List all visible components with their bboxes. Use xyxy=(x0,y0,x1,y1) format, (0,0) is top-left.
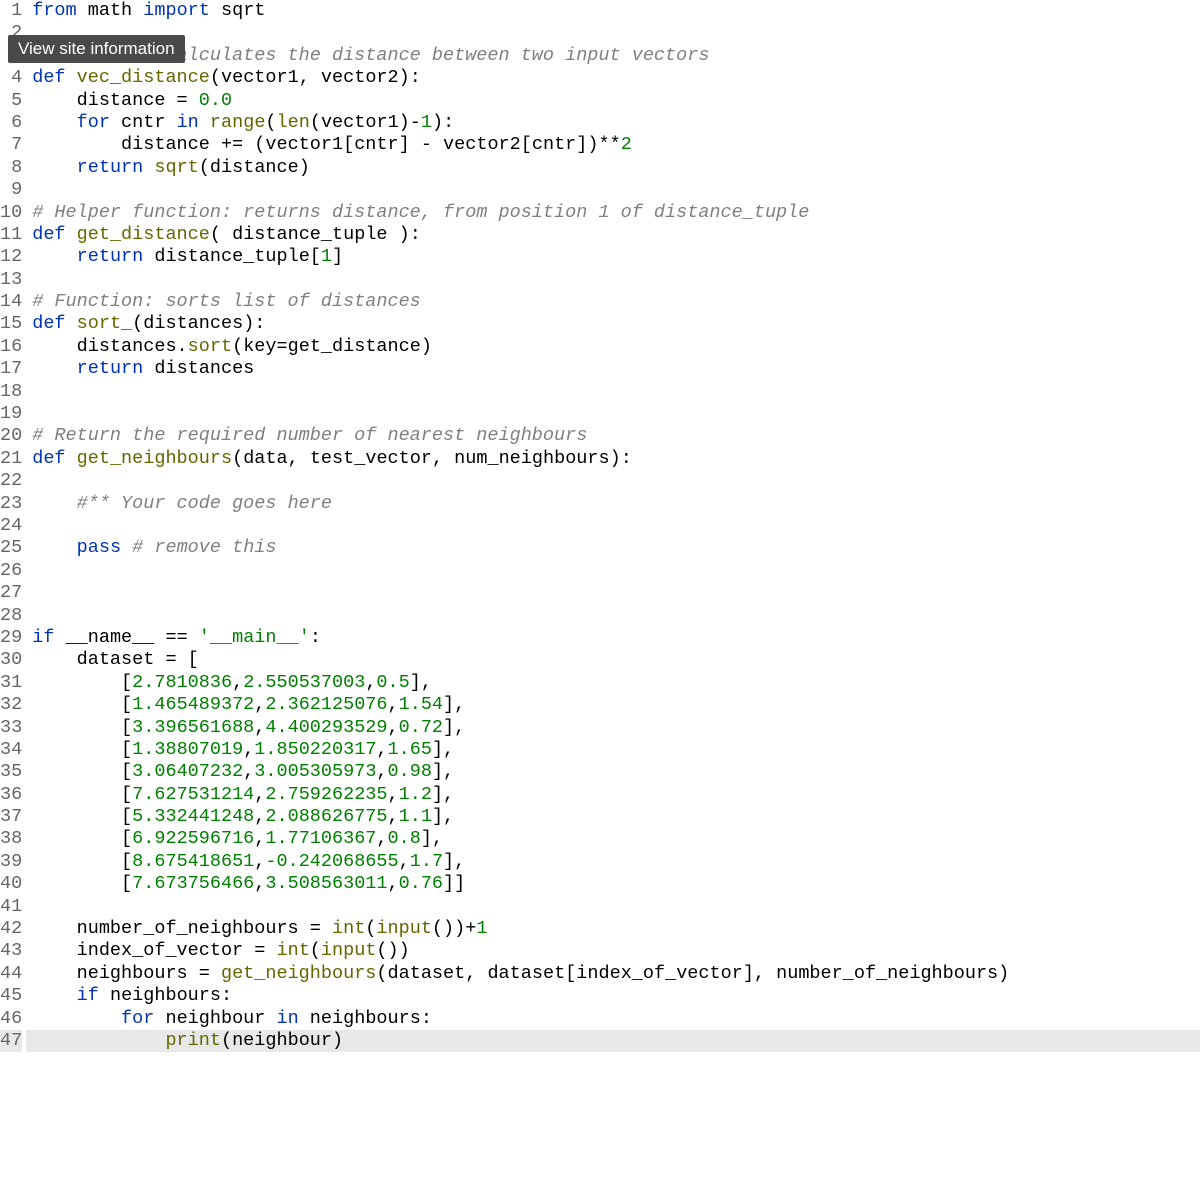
code-line[interactable]: def get_distance( distance_tuple ): xyxy=(26,224,1200,246)
code-line[interactable]: if __name__ == '__main__': xyxy=(26,627,1200,649)
code-line[interactable]: [3.06407232,3.005305973,0.98], xyxy=(26,761,1200,783)
line-number: 27 xyxy=(0,582,22,604)
code-line[interactable] xyxy=(26,269,1200,291)
code-line[interactable] xyxy=(26,560,1200,582)
line-number: 13 xyxy=(0,269,22,291)
line-number: 31 xyxy=(0,672,22,694)
line-number: 43 xyxy=(0,940,22,962)
code-line[interactable]: from math import sqrt xyxy=(26,0,1200,22)
line-number: 10 xyxy=(0,202,22,224)
code-line[interactable]: def vec_distance(vector1, vector2): xyxy=(26,67,1200,89)
code-line[interactable] xyxy=(26,515,1200,537)
code-line[interactable]: return distances xyxy=(26,358,1200,380)
line-number: 26 xyxy=(0,560,22,582)
code-line[interactable]: if neighbours: xyxy=(26,985,1200,1007)
line-number: 30 xyxy=(0,649,22,671)
line-number: 15 xyxy=(0,313,22,335)
line-number: 19 xyxy=(0,403,22,425)
code-area[interactable]: from math import sqrt # Function: calcul… xyxy=(26,0,1200,1052)
line-number: 11 xyxy=(0,224,22,246)
line-number: 14 xyxy=(0,291,22,313)
code-line[interactable] xyxy=(26,470,1200,492)
line-number-gutter: 1234567891011121314151617181920212223242… xyxy=(0,0,26,1052)
line-number: 23 xyxy=(0,493,22,515)
line-number: 20 xyxy=(0,425,22,447)
code-line[interactable]: return distance_tuple[1] xyxy=(26,246,1200,268)
line-number: 25 xyxy=(0,537,22,559)
line-number: 33 xyxy=(0,717,22,739)
code-line[interactable]: number_of_neighbours = int(input())+1 xyxy=(26,918,1200,940)
code-line[interactable]: pass # remove this xyxy=(26,537,1200,559)
line-number: 47 xyxy=(0,1030,22,1052)
code-line[interactable]: # Function: sorts list of distances xyxy=(26,291,1200,313)
line-number: 29 xyxy=(0,627,22,649)
code-line[interactable]: neighbours = get_neighbours(dataset, dat… xyxy=(26,963,1200,985)
code-line[interactable]: def get_neighbours(data, test_vector, nu… xyxy=(26,448,1200,470)
line-number: 32 xyxy=(0,694,22,716)
line-number: 42 xyxy=(0,918,22,940)
code-line[interactable]: distance += (vector1[cntr] - vector2[cnt… xyxy=(26,134,1200,156)
code-line[interactable]: [5.332441248,2.088626775,1.1], xyxy=(26,806,1200,828)
line-number: 9 xyxy=(0,179,22,201)
code-line[interactable]: [1.38807019,1.850220317,1.65], xyxy=(26,739,1200,761)
code-line[interactable]: [7.673756466,3.508563011,0.76]] xyxy=(26,873,1200,895)
line-number: 8 xyxy=(0,157,22,179)
line-number: 4 xyxy=(0,67,22,89)
line-number: 39 xyxy=(0,851,22,873)
line-number: 12 xyxy=(0,246,22,268)
code-line[interactable]: [8.675418651,-0.242068655,1.7], xyxy=(26,851,1200,873)
code-line[interactable]: [6.922596716,1.77106367,0.8], xyxy=(26,828,1200,850)
code-editor[interactable]: 1234567891011121314151617181920212223242… xyxy=(0,0,1200,1052)
line-number: 36 xyxy=(0,784,22,806)
line-number: 28 xyxy=(0,605,22,627)
line-number: 37 xyxy=(0,806,22,828)
code-line[interactable] xyxy=(26,381,1200,403)
code-line[interactable] xyxy=(26,605,1200,627)
line-number: 35 xyxy=(0,761,22,783)
code-line[interactable] xyxy=(26,403,1200,425)
line-number: 41 xyxy=(0,896,22,918)
code-line[interactable]: # Function: calculates the distance betw… xyxy=(26,45,1200,67)
code-line[interactable]: #** Your code goes here xyxy=(26,493,1200,515)
code-line[interactable] xyxy=(26,179,1200,201)
view-site-info-tooltip: View site information xyxy=(8,35,185,63)
line-number: 45 xyxy=(0,985,22,1007)
line-number: 18 xyxy=(0,381,22,403)
code-line[interactable]: distances.sort(key=get_distance) xyxy=(26,336,1200,358)
line-number: 24 xyxy=(0,515,22,537)
line-number: 16 xyxy=(0,336,22,358)
code-line[interactable]: print(neighbour) xyxy=(26,1030,1200,1052)
code-line[interactable]: # Helper function: returns distance, fro… xyxy=(26,202,1200,224)
code-line[interactable]: for cntr in range(len(vector1)-1): xyxy=(26,112,1200,134)
line-number: 40 xyxy=(0,873,22,895)
line-number: 34 xyxy=(0,739,22,761)
line-number: 17 xyxy=(0,358,22,380)
line-number: 6 xyxy=(0,112,22,134)
code-line[interactable]: def sort_(distances): xyxy=(26,313,1200,335)
code-line[interactable]: distance = 0.0 xyxy=(26,90,1200,112)
line-number: 5 xyxy=(0,90,22,112)
line-number: 1 xyxy=(0,0,22,22)
code-line[interactable]: return sqrt(distance) xyxy=(26,157,1200,179)
code-line[interactable]: [1.465489372,2.362125076,1.54], xyxy=(26,694,1200,716)
line-number: 21 xyxy=(0,448,22,470)
line-number: 44 xyxy=(0,963,22,985)
line-number: 22 xyxy=(0,470,22,492)
code-line[interactable] xyxy=(26,582,1200,604)
code-line[interactable]: for neighbour in neighbours: xyxy=(26,1008,1200,1030)
code-line[interactable]: index_of_vector = int(input()) xyxy=(26,940,1200,962)
line-number: 7 xyxy=(0,134,22,156)
line-number: 38 xyxy=(0,828,22,850)
code-line[interactable]: [3.396561688,4.400293529,0.72], xyxy=(26,717,1200,739)
code-line[interactable] xyxy=(26,896,1200,918)
code-line[interactable]: # Return the required number of nearest … xyxy=(26,425,1200,447)
code-line[interactable] xyxy=(26,22,1200,44)
code-line[interactable]: [2.7810836,2.550537003,0.5], xyxy=(26,672,1200,694)
code-line[interactable]: [7.627531214,2.759262235,1.2], xyxy=(26,784,1200,806)
line-number: 46 xyxy=(0,1008,22,1030)
code-line[interactable]: dataset = [ xyxy=(26,649,1200,671)
